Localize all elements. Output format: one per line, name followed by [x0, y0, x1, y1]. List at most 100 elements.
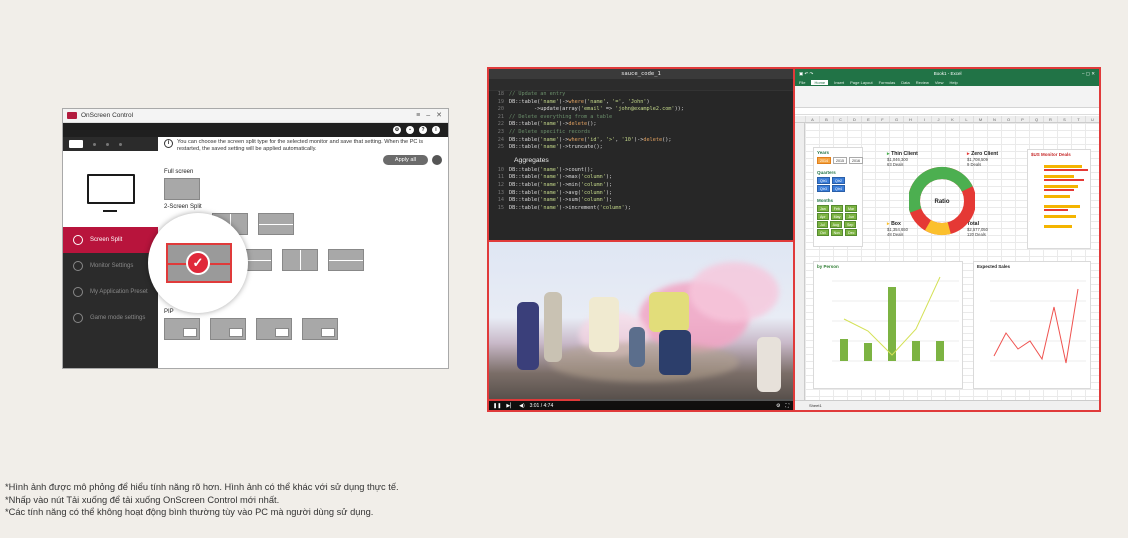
next-icon[interactable]: ▶▏: [506, 403, 514, 409]
layout-full-screen[interactable]: [164, 177, 200, 200]
column-header[interactable]: N: [987, 116, 1001, 122]
slicer-chip[interactable]: Jan: [817, 205, 829, 212]
sidebar-item-monitor-settings[interactable]: Monitor Settings: [63, 253, 158, 279]
layout-pip-3[interactable]: [256, 317, 292, 340]
video-controls: ❚❚ ▶▏ ◀) 3:01 / 4:74 ⚙ ⛶: [489, 401, 793, 410]
layout-2-split-horizontal[interactable]: [258, 212, 294, 235]
slicer-chip[interactable]: Qtr2: [832, 177, 845, 184]
section-2-screen-split: 2-Screen Split: [164, 203, 202, 210]
ribbon-tab-page-layout[interactable]: Page Layout: [850, 80, 872, 85]
slicer-chip[interactable]: Feb: [830, 205, 843, 212]
ribbon-tab-view[interactable]: View: [935, 80, 944, 85]
formula-bar[interactable]: [795, 108, 1099, 115]
sidebar-item-application-preset[interactable]: My Application Preset: [63, 279, 158, 305]
slicer-chip[interactable]: Dec: [845, 229, 858, 236]
column-header[interactable]: C: [833, 116, 847, 122]
video-time: 3:01 / 4:74: [529, 402, 554, 409]
settings-icon[interactable]: ⚙: [393, 126, 401, 134]
ribbon-tab-home[interactable]: Home: [811, 79, 829, 85]
card-title: Expected Sales: [977, 264, 1011, 269]
column-headers: ABCDEFGHIJKLMNOPQRSTU: [795, 116, 1099, 123]
column-header[interactable]: Q: [1029, 116, 1043, 122]
code-line: 23 // Delete specific records: [489, 129, 793, 137]
column-header[interactable]: D: [847, 116, 861, 122]
sidebar-item-game-mode[interactable]: Game mode settings: [63, 305, 158, 331]
ribbon-tab-insert[interactable]: Insert: [834, 80, 844, 85]
sidebar-item-screen-split[interactable]: Screen Split: [63, 227, 158, 253]
minimize-icon[interactable]: –: [426, 112, 430, 119]
ribbon: [795, 86, 1099, 108]
ribbon-tab-data[interactable]: Data: [901, 80, 909, 85]
info-icon[interactable]: i: [432, 126, 440, 134]
slicer-chip[interactable]: Apr: [817, 213, 829, 220]
slicer-chip[interactable]: Jun: [845, 213, 858, 220]
checkmark-icon: ✓: [186, 251, 210, 275]
layout-3-split-c[interactable]: [328, 248, 364, 271]
column-header[interactable]: O: [1001, 116, 1015, 122]
excel-quick-access[interactable]: ▣ ↶ ↷: [799, 71, 813, 77]
apply-all-button[interactable]: Apply all: [382, 154, 428, 165]
ribbon-tab-help[interactable]: Help: [949, 80, 957, 85]
column-header[interactable]: P: [1015, 116, 1029, 122]
column-header[interactable]: M: [973, 116, 987, 122]
column-header[interactable]: L: [959, 116, 973, 122]
lg-logo-icon: [67, 112, 77, 119]
column-header[interactable]: R: [1043, 116, 1057, 122]
code-line: 19 DB::table('name')->where('name', '=', …: [489, 99, 793, 107]
column-header[interactable]: F: [875, 116, 889, 122]
bar: [1044, 209, 1068, 211]
settings-icon[interactable]: ⚙: [776, 403, 780, 409]
column-header[interactable]: J: [931, 116, 945, 122]
layout-3-split-b[interactable]: [282, 248, 318, 271]
layout-pip-4[interactable]: [302, 317, 338, 340]
slicer-chip[interactable]: Aug: [829, 221, 843, 228]
bar: [1044, 205, 1080, 208]
fullscreen-icon[interactable]: ⛶: [785, 403, 789, 409]
column-header[interactable]: T: [1071, 116, 1085, 122]
slicer-chip[interactable]: Qtr4: [832, 185, 845, 192]
slicer-chip[interactable]: Jul: [817, 221, 828, 228]
layout-pip-2[interactable]: [210, 317, 246, 340]
column-header[interactable]: S: [1057, 116, 1071, 122]
column-header[interactable]: G: [889, 116, 903, 122]
window-controls[interactable]: – ▢ ✕: [1082, 71, 1095, 77]
save-icon[interactable]: [432, 154, 442, 165]
code-block: 18// Update an entry 19 DB::table('name')-…: [489, 91, 793, 152]
video-pane[interactable]: ❚❚ ▶▏ ◀) 3:01 / 4:74 ⚙ ⛶: [489, 242, 793, 410]
slicer-chip[interactable]: May: [830, 213, 844, 220]
close-icon[interactable]: ✕: [436, 112, 442, 119]
slicer-chip[interactable]: 2014: [817, 157, 831, 164]
column-header[interactable]: K: [945, 116, 959, 122]
line-number: 11: [497, 174, 504, 181]
help-icon[interactable]: ?: [419, 126, 427, 134]
slicer-chip[interactable]: Nov: [830, 229, 843, 236]
volume-icon[interactable]: ◀): [519, 403, 525, 409]
ribbon-tab-review[interactable]: Review: [916, 80, 929, 85]
column-header[interactable]: E: [861, 116, 875, 122]
sheet-tab[interactable]: Sheet1: [795, 400, 1099, 410]
dancer-figure: [649, 292, 689, 332]
slicer-chip[interactable]: Qtr3: [817, 185, 830, 192]
column-header[interactable]: A: [805, 116, 819, 122]
monitor-thumb-icon[interactable]: [69, 140, 83, 148]
dancer-figure: [757, 337, 781, 392]
column-header[interactable]: U: [1085, 116, 1099, 122]
camera-icon[interactable]: ▪: [406, 126, 414, 134]
slicer-chip[interactable]: Oct: [817, 229, 829, 236]
slicer-chip[interactable]: 2016: [849, 157, 863, 164]
column-header[interactable]: H: [903, 116, 917, 122]
ribbon-tab-formulas[interactable]: Formulas: [879, 80, 896, 85]
layout-pip-1[interactable]: [164, 317, 200, 340]
osc-titlebar: OnScreen Control ≡ – ✕: [63, 109, 448, 123]
bar: [1044, 215, 1076, 218]
ribbon-tab-file[interactable]: File: [799, 80, 805, 85]
column-header[interactable]: B: [819, 116, 833, 122]
slicer-chip[interactable]: Qtr1: [817, 177, 830, 184]
pause-icon[interactable]: ❚❚: [493, 403, 501, 409]
slicer-chip[interactable]: Sep: [844, 221, 857, 228]
menu-icon[interactable]: ≡: [416, 112, 420, 119]
slicer-months: Months: [817, 198, 833, 203]
slicer-chip[interactable]: 2015: [833, 157, 847, 164]
slicer-chip[interactable]: Mar: [845, 205, 858, 212]
column-header[interactable]: I: [917, 116, 931, 122]
